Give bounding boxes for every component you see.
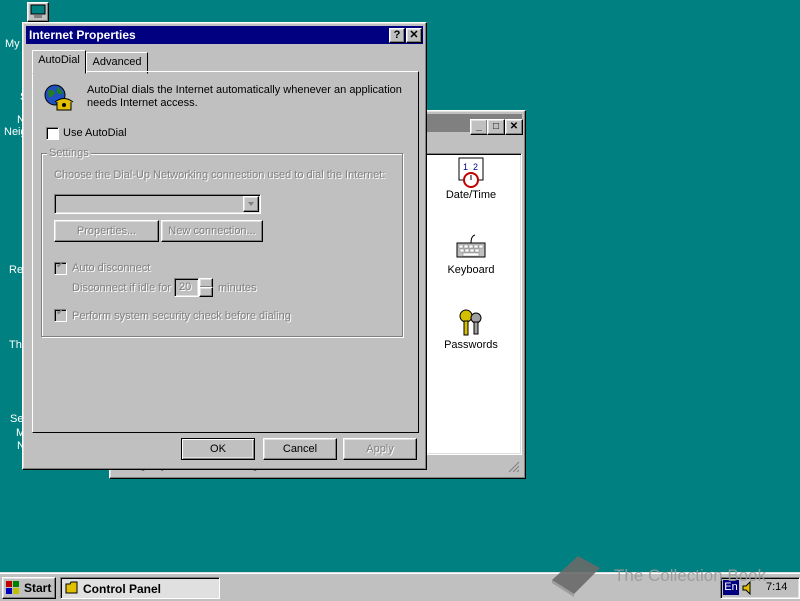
my-computer-icon[interactable] xyxy=(27,2,49,22)
choose-connection-text: Choose the Dial-Up Networking connection… xyxy=(54,169,386,181)
internet-properties-dialog[interactable]: Internet Properties ? ✕ AutoDial Advance… xyxy=(22,22,427,470)
new-connection-button[interactable]: New connection... xyxy=(161,220,263,242)
tab-autodial-label: AutoDial xyxy=(38,54,80,66)
ok-button[interactable]: OK xyxy=(181,438,255,460)
desktop-label-recycle-bin[interactable]: Re xyxy=(9,264,23,276)
idle-minutes-value: 20 xyxy=(179,281,192,293)
windows-logo-icon xyxy=(6,581,19,594)
close-button[interactable]: ✕ xyxy=(406,28,422,43)
resize-grip-icon[interactable] xyxy=(508,461,520,473)
settings-group-label: Settings xyxy=(47,147,91,159)
security-check-checkbox[interactable]: ✔ xyxy=(54,307,67,322)
chevron-down-icon[interactable] xyxy=(243,196,259,212)
autodial-description: AutoDial dials the Internet automaticall… xyxy=(87,84,402,109)
date-time-label: Date/Time xyxy=(445,189,497,201)
svg-text:2: 2 xyxy=(473,162,478,172)
maximize-button[interactable]: □ xyxy=(487,119,505,135)
keyboard-icon xyxy=(456,234,486,258)
help-icon: ? xyxy=(393,29,401,41)
passwords-icon xyxy=(459,309,482,336)
desktop-label-my-computer[interactable]: My xyxy=(5,38,20,50)
dialog-title: Internet Properties xyxy=(29,28,136,42)
date-time-icon: 1 2 xyxy=(458,157,484,188)
autodial-globe-phone-icon xyxy=(44,84,74,111)
minimize-button[interactable]: _ xyxy=(470,119,488,135)
watermark: The Collection Book xyxy=(548,550,798,598)
date-time-item[interactable]: 1 2 Date/Time xyxy=(426,157,516,201)
properties-button[interactable]: Properties... xyxy=(54,220,159,242)
passwords-label: Passwords xyxy=(444,339,498,351)
use-autodial-label[interactable]: Use AutoDial xyxy=(63,127,127,139)
apply-button[interactable]: Apply xyxy=(343,438,417,460)
taskbar-control-panel-button[interactable]: Control Panel xyxy=(60,577,220,599)
dialog-titlebar[interactable]: Internet Properties ? ✕ xyxy=(26,26,423,44)
keyboard-label: Keyboard xyxy=(447,264,495,276)
tab-panel: AutoDial dials the Internet automaticall… xyxy=(32,71,419,433)
close-icon: ✕ xyxy=(409,29,419,41)
control-panel-icon-area: 1 2 Date/Time Keyboard Passwords xyxy=(425,153,522,455)
start-label: Start xyxy=(24,581,52,595)
minutes-label: minutes xyxy=(218,282,257,294)
tab-advanced-label: Advanced xyxy=(92,56,142,68)
book-logo-icon xyxy=(552,556,600,597)
security-check-label: Perform system security check before dia… xyxy=(72,310,291,322)
help-button[interactable]: ? xyxy=(389,28,405,43)
close-button[interactable]: ✕ xyxy=(505,119,523,135)
auto-disconnect-label: Auto disconnect xyxy=(72,262,151,274)
taskbar-control-panel-label: Control Panel xyxy=(83,582,162,596)
keyboard-item[interactable]: Keyboard xyxy=(426,232,516,276)
idle-spin-down-icon[interactable] xyxy=(199,287,213,297)
disconnect-idle-label: Disconnect if idle for xyxy=(72,282,172,294)
use-autodial-checkbox[interactable] xyxy=(46,127,59,140)
cancel-button[interactable]: Cancel xyxy=(263,438,337,460)
svg-text:1: 1 xyxy=(463,162,468,172)
desktop-label-the-internet[interactable]: Th xyxy=(9,339,22,351)
auto-disconnect-checkbox[interactable]: ✔ xyxy=(54,260,67,275)
idle-minutes-input[interactable]: 20 xyxy=(174,278,199,297)
folder-icon xyxy=(65,581,78,594)
connection-select[interactable] xyxy=(54,194,261,214)
passwords-item[interactable]: Passwords xyxy=(426,307,516,351)
start-button[interactable]: Start xyxy=(2,577,56,599)
watermark-text: The Collection Book xyxy=(614,566,767,585)
tab-autodial[interactable]: AutoDial xyxy=(32,50,86,74)
